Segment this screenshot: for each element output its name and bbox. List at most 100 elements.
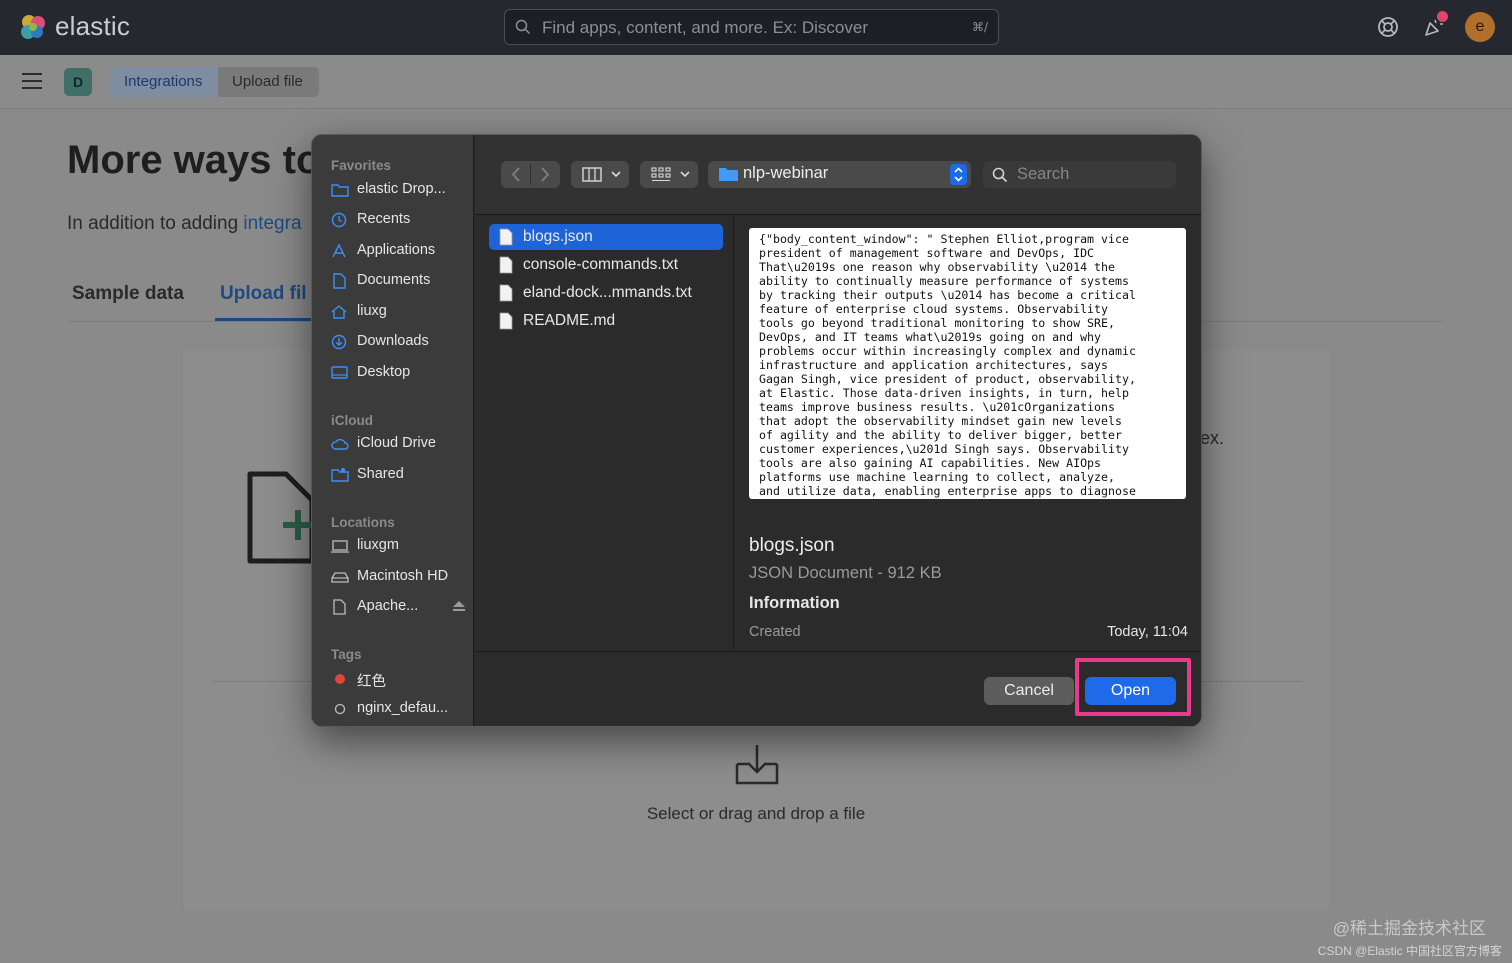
file-list: blogs.json console-commands.txt eland-do… xyxy=(475,216,734,651)
watermark-juejin: @稀土掘金技术社区 xyxy=(1332,919,1486,938)
download-circle-icon xyxy=(331,334,347,350)
sidebar-item-downloads[interactable]: Downloads xyxy=(331,331,471,355)
sidebar-item-label: Documents xyxy=(357,272,431,288)
nav-buttons xyxy=(501,161,560,188)
sidebar-item-liuxgm[interactable]: liuxgm xyxy=(331,535,471,559)
elastic-logo-icon[interactable] xyxy=(18,12,48,42)
preview-info-header: Information xyxy=(749,594,840,612)
sidebar-item-label: Apache... xyxy=(357,598,419,614)
page-text-fragment: ex. xyxy=(1200,428,1225,448)
hard-drive-icon xyxy=(331,572,349,583)
sidebar-item-desktop[interactable]: Desktop xyxy=(331,362,471,386)
sidebar-item-tag-nginx[interactable]: nginx_defau... xyxy=(331,698,471,722)
user-avatar[interactable]: e xyxy=(1465,12,1495,42)
file-name: blogs.json xyxy=(523,228,593,245)
eject-icon[interactable] xyxy=(452,599,466,613)
shared-folder-icon xyxy=(331,468,349,482)
file-icon xyxy=(499,284,513,302)
global-search[interactable]: Find apps, content, and more. Ex: Discov… xyxy=(504,9,999,45)
sidebar-item-recents[interactable]: Recents xyxy=(331,209,471,233)
sidebar-item-macintosh-hd[interactable]: Macintosh HD xyxy=(331,566,471,590)
grid-icon xyxy=(651,167,671,182)
file-name: eland-dock...mmands.txt xyxy=(523,284,692,301)
column-view-button[interactable] xyxy=(571,161,629,188)
chevron-down-icon xyxy=(680,171,690,178)
menu-icon[interactable] xyxy=(22,73,42,89)
document-icon xyxy=(333,273,346,289)
search-placeholder: Find apps, content, and more. Ex: Discov… xyxy=(542,18,868,37)
watermark-csdn: CSDN @Elastic 中国社区官方博客 xyxy=(1317,944,1502,958)
file-open-dialog: Favorites elastic Drop... Recents Applic… xyxy=(311,134,1202,727)
breadcrumb-integrations[interactable]: Integrations xyxy=(110,67,218,97)
sidebar-item-label: Recents xyxy=(357,211,411,227)
desktop-icon xyxy=(331,366,348,379)
breadcrumb-upload-file: Upload file xyxy=(218,67,319,97)
back-icon[interactable] xyxy=(509,167,523,182)
sidebar-item-icloud-drive[interactable]: iCloud Drive xyxy=(331,433,471,457)
file-icon xyxy=(499,312,513,330)
search-icon xyxy=(992,167,1008,183)
created-label: Created xyxy=(749,624,801,640)
sidebar-item-shared[interactable]: Shared xyxy=(331,464,471,488)
home-icon xyxy=(331,305,347,319)
dialog-search[interactable]: Search xyxy=(983,161,1176,188)
sidebar-item-label: liuxg xyxy=(357,303,387,319)
notification-dot xyxy=(1437,11,1448,22)
laptop-icon xyxy=(331,540,349,553)
forward-icon[interactable] xyxy=(538,167,552,182)
sidebar-item-elastic-dropbox[interactable]: elastic Drop... xyxy=(331,179,471,203)
help-icon[interactable] xyxy=(1376,15,1400,39)
file-row-readme[interactable]: README.md xyxy=(489,308,723,334)
chevron-down-icon xyxy=(611,171,621,178)
clock-icon xyxy=(331,212,347,228)
sidebar-item-label: nginx_defau... xyxy=(357,700,449,716)
tags-header: Tags xyxy=(331,647,362,662)
sidebar-item-documents[interactable]: Documents xyxy=(331,270,471,294)
sidebar-item-tag-red[interactable]: 红色 xyxy=(331,668,471,692)
sidebar-item-applications[interactable]: Applications xyxy=(331,240,471,264)
top-header: elastic Find apps, content, and more. Ex… xyxy=(0,0,1512,55)
location-popup[interactable]: nlp-webinar xyxy=(708,161,971,188)
group-view-button[interactable] xyxy=(640,161,698,188)
sidebar-item-label: Macintosh HD xyxy=(357,568,449,584)
file-add-illustration-icon xyxy=(247,471,315,564)
sidebar-item-label: Downloads xyxy=(357,333,429,349)
tag-dot-icon xyxy=(334,703,346,715)
integrations-link[interactable]: integra xyxy=(243,213,301,234)
file-icon xyxy=(499,228,513,246)
open-button-highlight xyxy=(1075,658,1191,716)
file-name: README.md xyxy=(523,312,616,329)
preview-file-kind: JSON Document - 912 KB xyxy=(749,564,942,582)
sidebar-item-label: Shared xyxy=(357,466,404,482)
preview-content: {"body_content_window": " Stephen Elliot… xyxy=(759,232,1136,498)
dialog-toolbar: nlp-webinar Search xyxy=(475,135,1201,215)
file-row-blogs-json[interactable]: blogs.json xyxy=(489,224,723,250)
search-icon xyxy=(515,19,531,35)
brand-name[interactable]: elastic xyxy=(55,11,130,42)
cloud-icon xyxy=(331,438,349,450)
applications-icon xyxy=(332,243,346,258)
tab-sample-data[interactable]: Sample data xyxy=(72,283,184,305)
file-name: console-commands.txt xyxy=(523,256,679,273)
file-row-eland-docker[interactable]: eland-dock...mmands.txt xyxy=(489,280,723,306)
download-icon xyxy=(735,745,779,785)
tab-upload-file[interactable]: Upload fil xyxy=(220,283,307,305)
sidebar-item-label: elastic Drop... xyxy=(357,181,446,197)
file-preview: {"body_content_window": " Stephen Elliot… xyxy=(749,228,1186,499)
current-folder-name: nlp-webinar xyxy=(743,164,829,182)
space-avatar[interactable]: D xyxy=(64,68,92,96)
up-down-chevron-icon xyxy=(954,167,963,182)
sidebar-item-liuxg[interactable]: liuxg xyxy=(331,301,471,325)
page-title: More ways to xyxy=(67,138,321,182)
folder-icon xyxy=(719,168,738,181)
drop-zone-text[interactable]: Select or drag and drop a file xyxy=(0,804,1512,824)
favorites-header: Favorites xyxy=(331,158,392,173)
sidebar-item-label: Desktop xyxy=(357,364,411,380)
file-row-console-commands[interactable]: console-commands.txt xyxy=(489,252,723,278)
sidebar-item-label: 红色 xyxy=(357,674,386,690)
sidebar-item-apache[interactable]: Apache... xyxy=(331,596,471,620)
dialog-search-placeholder: Search xyxy=(1017,165,1070,183)
cancel-button[interactable]: Cancel xyxy=(984,677,1074,705)
page-subtitle: In addition to adding integra xyxy=(67,213,302,235)
location-stepper[interactable] xyxy=(950,164,967,185)
